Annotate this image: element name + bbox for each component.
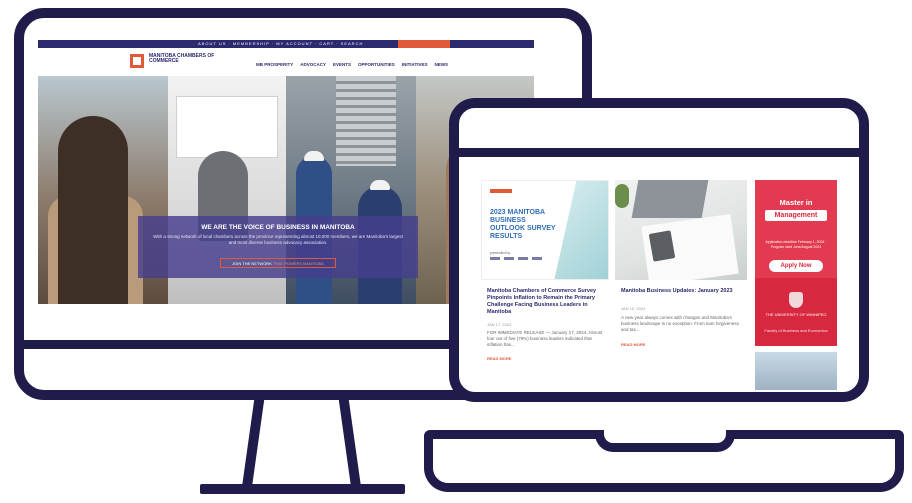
ad-info: Application deadline February 1, 2024 · … [765,240,827,249]
card-excerpt: A new year always comes with changes and… [621,315,739,332]
master-management-ad[interactable]: Master in Management Application deadlin… [755,180,837,346]
chamber-logo-icon [490,189,512,193]
laptop-bezel-divider [459,148,859,157]
card-title[interactable]: Manitoba Business Updates: January 2023 [621,288,743,295]
ad-title: Master in Management [765,198,827,221]
ad-title-line1: Master in [779,198,813,207]
news-card[interactable]: 2023 MANITOBA BUSINESS OUTLOOK SURVEY RE… [481,180,609,390]
read-more-link[interactable]: READ MORE [621,342,645,347]
hero-subtitle: With a strong network of local chambers … [153,234,403,245]
secondary-ad-image[interactable] [755,352,837,390]
monitor-base [200,484,405,494]
topbar-links[interactable]: ABOUT US · MEMBERSHIP · MY ACCOUNT · CAR… [198,41,363,46]
card-date: JAN 10, 2024 [621,306,646,311]
news-card[interactable]: Manitoba Business Updates: January 2023 … [615,180,747,390]
nav-item-opportunities[interactable]: OPPORTUNITIES [358,62,395,67]
site-nav: MB PROSPERITY ADVOCACY EVENTS OPPORTUNIT… [256,62,448,67]
laptop-screen: 2023 MANITOBA BUSINESS OUTLOOK SURVEY RE… [481,180,837,392]
apply-now-button[interactable]: Apply Now [769,260,823,272]
site-header: MANITOBA CHAMBERS OF COMMERCE MB PROSPER… [38,48,534,76]
read-more-link[interactable]: READ MORE [487,356,511,361]
partner-logos [490,257,542,260]
hero-title: WE ARE THE VOICE OF BUSINESS IN MANITOBA [201,224,355,231]
card-date: JAN 17, 2024 [487,322,512,327]
card-excerpt: FOR IMMEDIATE RELEASE — January 17, 2024… [487,330,603,347]
card-image-calculator[interactable] [615,180,747,280]
ad-university: THE UNIVERSITY OF WINNIPEG [765,312,827,317]
card-image-survey[interactable]: 2023 MANITOBA BUSINESS OUTLOOK SURVEY RE… [481,180,609,280]
card-title[interactable]: Manitoba Chambers of Commerce Survey Pin… [487,288,605,316]
site-topbar: ABOUT US · MEMBERSHIP · MY ACCOUNT · CAR… [38,40,534,48]
ad-faculty: Faculty of Business and Economics [764,328,828,333]
join-button-label-accent: THAT POWERS MANITOBA [272,261,324,266]
laptop-base [424,430,904,492]
nav-item-news[interactable]: NEWS [434,62,448,67]
survey-image-text: 2023 MANITOBA BUSINESS OUTLOOK SURVEY RE… [490,209,556,240]
join-network-button[interactable]: JOIN THE NETWORK THAT POWERS MANITOBA [220,258,336,268]
nav-item-advocacy[interactable]: ADVOCACY [300,62,326,67]
monitor-stand-right [338,400,362,488]
hero-overlay: WE ARE THE VOICE OF BUSINESS IN MANITOBA… [138,216,418,278]
logo-icon[interactable] [130,54,144,68]
ad-column: Master in Management Application deadlin… [755,180,837,390]
monitor-stand-left [241,400,265,488]
ad-title-line2: Management [765,210,827,221]
nav-item-prosperity[interactable]: MB PROSPERITY [256,62,293,67]
nav-item-initiatives[interactable]: INITIATIVES [402,62,428,67]
nav-item-events[interactable]: EVENTS [333,62,351,67]
university-crest-icon [789,292,803,308]
site-logo-text[interactable]: MANITOBA CHAMBERS OF COMMERCE [149,54,229,64]
partners-label: presented by [490,251,511,255]
laptop-notch [595,430,735,452]
topbar-join-button[interactable] [398,40,450,48]
join-button-label: JOIN THE NETWORK [232,261,272,266]
